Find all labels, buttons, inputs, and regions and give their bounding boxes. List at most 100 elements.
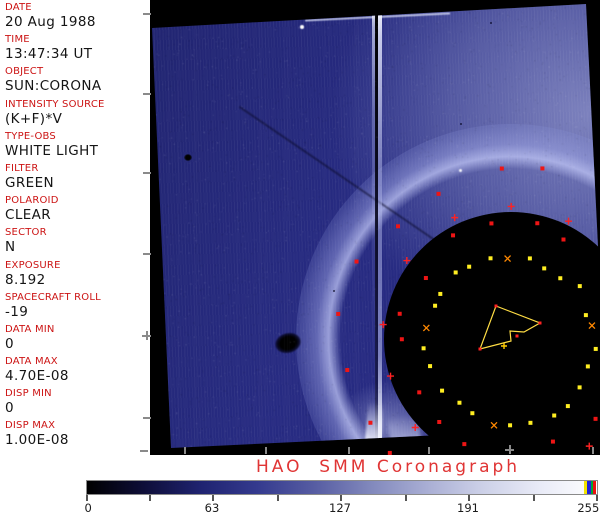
colorbar-minor-tick <box>405 495 407 501</box>
marker-dot <box>438 292 442 296</box>
colorbar-tick-label: 191 <box>457 501 479 512</box>
marker-dot <box>594 417 598 421</box>
metadata-sidebar: DATE20 Aug 1988 TIME13:47:34 UT OBJECTSU… <box>0 0 150 455</box>
colorbar-minor-tick <box>277 495 279 501</box>
field-label: DISP MIN <box>5 388 150 400</box>
marker-plus <box>565 218 572 225</box>
field-exposure: EXPOSURE8.192 <box>5 260 150 292</box>
field-value: 4.70E-08 <box>5 368 150 384</box>
marker-dot <box>528 256 532 260</box>
marker-dot <box>528 421 532 425</box>
field-label: POLAROID <box>5 195 150 207</box>
marker-dot <box>552 414 556 418</box>
field-disp-max: DISP MAX1.00E-08 <box>5 420 150 452</box>
intensity-colorbar <box>86 480 598 495</box>
field-value: -19 <box>5 304 150 320</box>
colorbar-tick-label: 0 <box>85 501 92 512</box>
marker-dot <box>586 364 590 368</box>
marker-dot <box>437 420 441 424</box>
colorbar-tick-label: 63 <box>205 501 220 512</box>
marker-dot <box>398 312 402 316</box>
field-label: INTENSITY SOURCE <box>5 99 150 111</box>
marker-dot <box>437 192 441 196</box>
colorbar-tick-label: 255 <box>577 501 599 512</box>
colorbar-minor-tick <box>533 495 535 501</box>
fiducial-tick <box>143 253 151 255</box>
fiducial-tick <box>142 331 151 340</box>
field-value: N <box>5 239 150 255</box>
field-value: 0 <box>5 336 150 352</box>
field-label: TIME <box>5 34 150 46</box>
marker-dot <box>539 322 542 325</box>
field-filter: FILTERGREEN <box>5 163 150 195</box>
field-value: CLEAR <box>5 207 150 223</box>
marker-dot <box>558 276 562 280</box>
marker-dot <box>578 284 582 288</box>
colorbar-end-stripe <box>591 481 593 494</box>
marker-dot <box>433 304 437 308</box>
marker-dot <box>454 270 458 274</box>
field-label: SPACECRAFT ROLL <box>5 292 150 304</box>
marker-dot <box>467 265 471 269</box>
field-label: DATE <box>5 2 150 14</box>
marker-dot <box>500 167 504 171</box>
marker-dot <box>336 312 340 316</box>
field-value: SUN:CORONA <box>5 78 150 94</box>
marker-dot <box>368 421 372 425</box>
marker-dot <box>451 233 455 237</box>
fiducial-tick <box>140 450 148 452</box>
marker-dot <box>535 221 539 225</box>
marker-dot <box>551 440 555 444</box>
marker-dot <box>584 313 588 317</box>
marker-dot <box>400 337 404 341</box>
fiducial-tick <box>428 447 430 454</box>
field-value: 13:47:34 UT <box>5 46 150 62</box>
marker-dot <box>561 238 565 242</box>
field-sector: SECTORN <box>5 227 150 259</box>
colorbar-end-stripe <box>584 481 587 494</box>
marker-dot <box>417 390 421 394</box>
instrument-title: HAO SMM Coronagraph <box>256 457 520 477</box>
field-spacecraft-roll: SPACECRAFT ROLL-19 <box>5 292 150 324</box>
marker-dot <box>457 401 461 405</box>
field-label: TYPE-OBS <box>5 131 150 143</box>
field-value: GREEN <box>5 175 150 191</box>
field-time: TIME13:47:34 UT <box>5 34 150 66</box>
marker-plus <box>508 203 515 210</box>
coronagraph-viewer-window: DATE20 Aug 1988 TIME13:47:34 UT OBJECTSU… <box>0 0 600 512</box>
fiducial-tick <box>348 447 350 454</box>
fiducial-tick <box>143 13 151 15</box>
field-label: DISP MAX <box>5 420 150 432</box>
field-intensity-source: INTENSITY SOURCE(K+F)*V <box>5 99 150 131</box>
field-value: 1.00E-08 <box>5 432 150 448</box>
region-outline-polygon <box>480 306 540 349</box>
fiducial-tick <box>143 93 151 95</box>
marker-x <box>589 323 595 329</box>
marker-overlay <box>150 0 600 455</box>
marker-dot <box>355 260 359 264</box>
marker-plus <box>387 373 394 380</box>
field-label: SECTOR <box>5 227 150 239</box>
marker-dot <box>508 423 512 427</box>
marker-dot <box>495 305 498 308</box>
field-data-min: DATA MIN0 <box>5 324 150 356</box>
marker-dot <box>424 276 428 280</box>
fiducial-tick <box>143 417 151 419</box>
marker-plus <box>412 424 419 431</box>
marker-dot <box>540 166 544 170</box>
marker-plus <box>403 257 410 264</box>
marker-dot <box>396 224 400 228</box>
marker-dot <box>470 411 474 415</box>
marker-dot <box>594 347 598 351</box>
field-label: OBJECT <box>5 66 150 78</box>
field-polaroid: POLAROIDCLEAR <box>5 195 150 227</box>
marker-plus <box>451 214 458 221</box>
field-value: WHITE LIGHT <box>5 143 150 159</box>
marker-dot <box>428 364 432 368</box>
marker-dot <box>542 266 546 270</box>
field-label: DATA MAX <box>5 356 150 368</box>
colorbar-minor-tick <box>149 495 151 501</box>
field-value: 20 Aug 1988 <box>5 14 150 30</box>
marker-dot <box>489 256 493 260</box>
field-label: EXPOSURE <box>5 260 150 272</box>
